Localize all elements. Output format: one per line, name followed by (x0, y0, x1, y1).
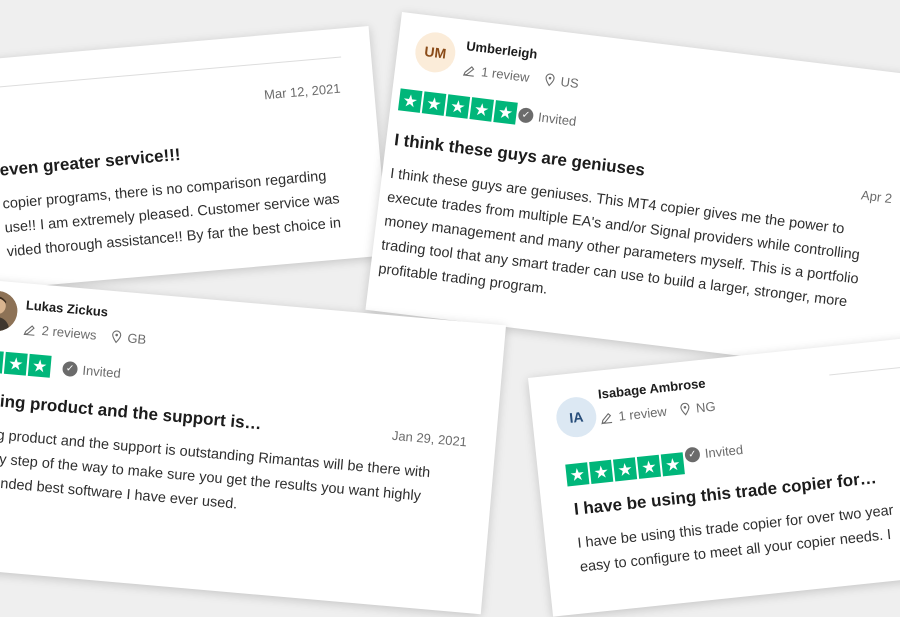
reviewer-location: GB (111, 329, 147, 347)
reviewer-location: US (544, 72, 580, 91)
reviewer-location: NG (679, 399, 716, 418)
star-icon: ★ (660, 452, 685, 477)
star-icon: ★ (469, 97, 494, 122)
review-card-1: Mar 12, 2021 even greater service!!! cop… (0, 26, 389, 290)
invited-badge: ✓ Invited (61, 360, 121, 381)
review-count: 2 reviews (23, 321, 97, 343)
reviewer-name[interactable]: Lukas Zickus (25, 297, 108, 319)
avatar[interactable]: IA (554, 395, 599, 440)
pencil-icon (462, 65, 475, 77)
star-icon: ★ (493, 100, 518, 125)
check-circle-icon: ✓ (517, 107, 535, 124)
location-pin-icon (545, 73, 555, 87)
star-rating: ★ ★ ★ ★ ★ (565, 452, 685, 487)
location-pin-icon (680, 402, 690, 416)
star-icon: ★ (612, 457, 638, 482)
star-icon: ★ (3, 351, 28, 376)
star-icon: ★ (397, 88, 423, 113)
pencil-icon (23, 324, 35, 336)
invited-badge: ✓ Invited (684, 442, 744, 463)
person-avatar-icon (0, 289, 20, 333)
star-icon: ★ (445, 94, 471, 119)
star-icon: ★ (589, 459, 614, 484)
review-body: I think these guys are geniuses. This MT… (377, 165, 861, 311)
review-count: 1 review (600, 404, 667, 426)
review-count: 1 review (462, 62, 530, 85)
review-date: Jan 29, 2021 (391, 427, 468, 450)
review-date: Mar 12, 2021 (263, 80, 342, 103)
star-icon: ★ (27, 353, 52, 378)
review-body: ng product and the support is outstandin… (0, 426, 431, 513)
reviewer-name[interactable]: Isabage Ambrose (597, 376, 706, 402)
star-rating: ★ ★ ★ ★ ★ (397, 88, 518, 125)
check-circle-icon: ✓ (684, 446, 701, 463)
review-card-3: Lukas Zickus 2 reviews GB ★ ★ ★ ★ ★ ✓ In… (0, 280, 507, 615)
review-date: Apr 2 (860, 187, 893, 207)
reviewer-name[interactable]: Umberleigh (465, 38, 538, 62)
avatar[interactable]: UM (413, 30, 458, 75)
avatar[interactable] (0, 289, 20, 333)
pencil-icon (601, 412, 613, 424)
review-card-4: IA Isabage Ambrose 1 review NG ★ ★ ★ ★ ★… (528, 333, 900, 617)
review-body: copier programs, there is no comparison … (1, 168, 342, 261)
invited-badge: ✓ Invited (517, 107, 577, 129)
check-circle-icon: ✓ (61, 360, 79, 378)
star-icon: ★ (636, 454, 662, 479)
star-icon: ★ (421, 91, 447, 116)
review-title[interactable]: even greater service!!! (0, 145, 181, 181)
location-pin-icon (112, 330, 122, 344)
star-icon: ★ (565, 462, 590, 487)
divider (829, 359, 900, 376)
star-rating: ★ ★ ★ ★ ★ (0, 346, 52, 378)
